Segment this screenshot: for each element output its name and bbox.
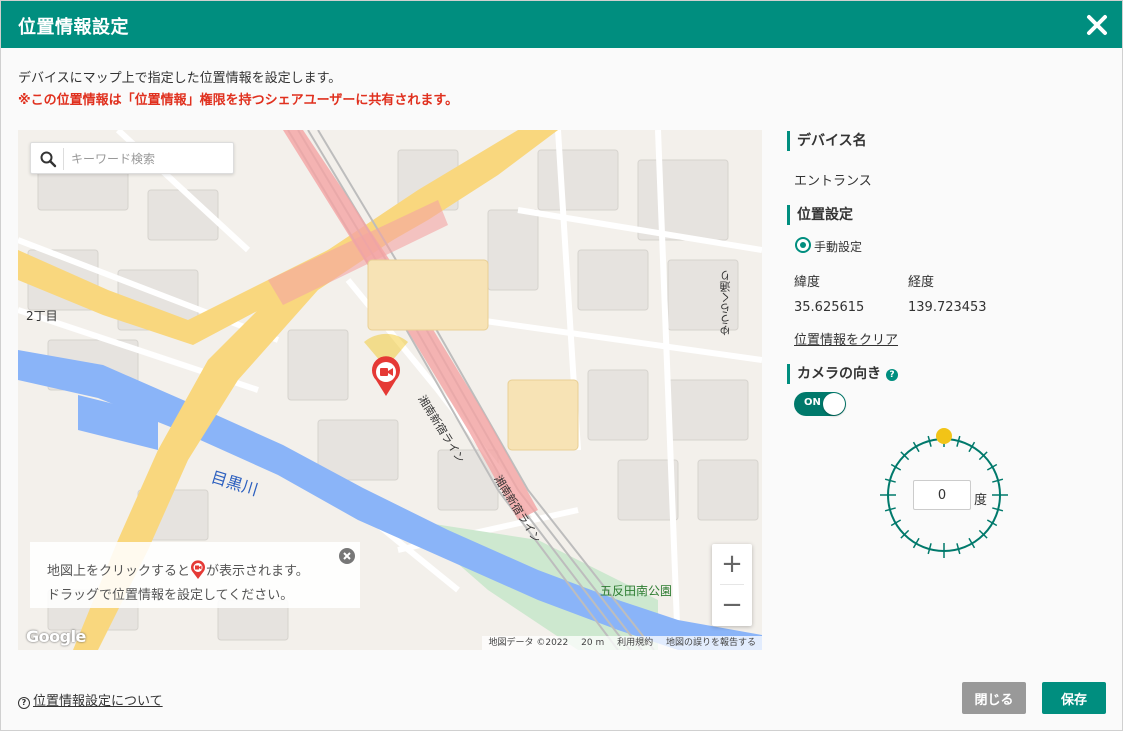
location-settings-dialog: 位置情報設定 デバイスにマップ上で指定した位置情報を設定します。 ※この位置情報… xyxy=(0,0,1123,731)
map-view[interactable]: 2丁目 目黒川 五反田南公園 湘南新宿ライン 湘南新宿ライン ゆうらく通り 地図… xyxy=(18,130,762,650)
question-icon: ? xyxy=(18,697,30,709)
map-search-input[interactable] xyxy=(71,147,229,171)
toggle-knob xyxy=(823,393,845,415)
map-report-link[interactable]: 地図の誤りを報告する xyxy=(666,638,756,648)
map-hint-line-2: ドラッグで位置情報を設定してください。 xyxy=(47,588,294,603)
camera-direction-label: カメラの向き xyxy=(797,366,881,382)
close-icon[interactable] xyxy=(1086,14,1108,36)
zoom-in-button[interactable]: + xyxy=(712,544,752,584)
camera-direction-heading: カメラの向き? xyxy=(787,364,898,384)
dialog-titlebar: 位置情報設定 xyxy=(1,1,1122,48)
map-label-park: 五反田南公園 xyxy=(600,584,673,598)
map-hint-box: 地図上をクリックすると が表示されます。 ドラッグで位置情報を設定してください。 xyxy=(30,542,360,608)
map-terms-link[interactable]: 利用規約 xyxy=(617,638,653,648)
help-about-text[interactable]: 位置情報設定について xyxy=(33,694,163,709)
direction-degree-input[interactable] xyxy=(913,480,971,510)
help-icon[interactable]: ? xyxy=(886,369,898,381)
dial-handle[interactable] xyxy=(936,428,952,444)
longitude-value: 139.723453 xyxy=(908,300,987,315)
map-search-box[interactable] xyxy=(30,142,234,174)
help-about-link[interactable]: ? 位置情報設定について xyxy=(18,690,163,709)
camera-direction-toggle[interactable]: ON xyxy=(794,392,846,416)
dialog-description: デバイスにマップ上で指定した位置情報を設定します。 xyxy=(18,71,342,86)
device-name-heading: デバイス名 xyxy=(787,131,867,151)
latitude-label: 緯度 xyxy=(794,275,821,290)
map-data-credit: 地図データ ©2022 xyxy=(488,638,569,648)
camera-pin-icon xyxy=(191,560,206,579)
hint-close-icon[interactable] xyxy=(339,548,355,564)
manual-setting-radio[interactable] xyxy=(795,237,811,253)
map-hint-line-1: 地図上をクリックすると が表示されます。 xyxy=(47,560,309,580)
device-name-value: エントランス xyxy=(794,174,872,189)
map-attribution: 地図データ ©2022 20 m 利用規約 地図の誤りを報告する xyxy=(482,636,762,650)
latitude-value: 35.625615 xyxy=(794,300,865,315)
longitude-label: 経度 xyxy=(908,275,935,290)
zoom-out-button[interactable]: − xyxy=(712,585,752,625)
dialog-title: 位置情報設定 xyxy=(18,17,129,38)
location-heading: 位置設定 xyxy=(787,205,853,225)
close-button[interactable]: 閉じる xyxy=(962,682,1026,714)
clear-location-link[interactable]: 位置情報をクリア xyxy=(794,329,898,348)
map-scale: 20 m xyxy=(581,638,605,648)
save-button[interactable]: 保存 xyxy=(1042,682,1106,714)
degree-unit: 度 xyxy=(974,493,988,508)
google-logo: Google xyxy=(26,627,86,646)
search-divider xyxy=(63,148,64,170)
toggle-on-label: ON xyxy=(804,397,821,408)
map-label-area: 2丁目 xyxy=(26,309,58,323)
hint-text-after: が表示されます。 xyxy=(206,564,309,579)
zoom-control: + − xyxy=(712,544,752,626)
search-icon xyxy=(40,151,57,168)
hint-text-before: 地図上をクリックすると xyxy=(47,564,191,579)
share-warning: ※この位置情報は「位置情報」権限を持つシェアユーザーに共有されます。 xyxy=(18,93,459,108)
map-label-street: ゆうらく通り xyxy=(719,270,732,336)
manual-setting-label: 手動設定 xyxy=(814,240,863,254)
